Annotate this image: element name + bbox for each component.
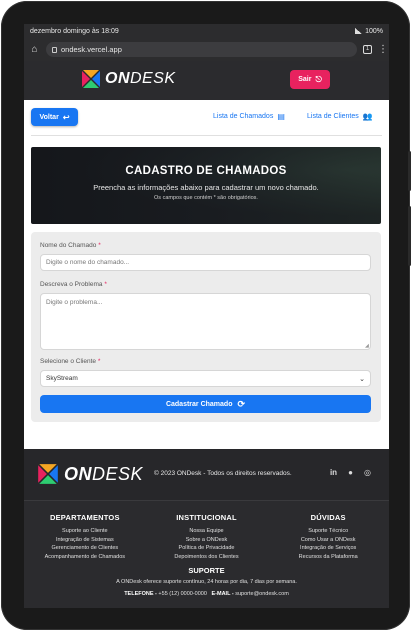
- return-arrow-icon: ↩: [62, 112, 70, 122]
- back-label: Voltar: [39, 113, 59, 121]
- required-note: Os campos que contém * são obrigatórios.: [154, 195, 258, 201]
- problem-textarea[interactable]: Digite o problema...: [40, 293, 371, 350]
- footer-link[interactable]: Recursos da Plataforma: [267, 553, 389, 562]
- client-select[interactable]: SkyStream ⌄: [40, 370, 371, 387]
- footer-link[interactable]: Como Usar a ONDesk: [267, 536, 389, 545]
- status-indicators: 100%: [355, 28, 383, 35]
- linkedin-icon[interactable]: in: [329, 468, 338, 477]
- clients-list-link[interactable]: Lista de Clientes 👥: [307, 112, 373, 121]
- resize-handle-icon[interactable]: ◢: [365, 343, 369, 349]
- support-title: SUPORTE: [188, 566, 225, 575]
- url-text: ondesk.vercel.app: [61, 45, 122, 54]
- phone-label: TELEFONE -: [124, 591, 157, 597]
- ticket-name-input[interactable]: Digite o nome do chamado...: [40, 254, 371, 271]
- brand-name: ONDESK: [105, 70, 176, 87]
- logout-icon: ⎋: [315, 74, 322, 84]
- app-header: ONDESK Sair ⎋: [24, 61, 389, 100]
- battery-level: 100%: [365, 27, 383, 35]
- submit-ticket-button[interactable]: Cadastrar Chamado ⟳: [40, 395, 371, 413]
- contact-info: TELEFONE - +55 (12) 0000-0000 E-MAIL - s…: [24, 591, 389, 597]
- divider: [31, 135, 382, 136]
- footer-link[interactable]: Sobre a ONDesk: [146, 536, 268, 545]
- back-button[interactable]: Voltar ↩: [31, 108, 78, 126]
- logo-mark-icon: [82, 70, 100, 88]
- footer-top: ONDESK © 2023 ONDesk - Todos os direitos…: [24, 449, 389, 501]
- footer: ONDESK © 2023 ONDesk - Todos os direitos…: [24, 449, 389, 608]
- footer-brand-name: ONDESK: [64, 463, 144, 484]
- logout-button[interactable]: Sair ⎋: [290, 70, 330, 89]
- footer-link[interactable]: Depoimentos dos Clientes: [146, 553, 268, 562]
- footer-link[interactable]: Gerenciamento de Clientes: [24, 544, 146, 553]
- name-label: Nome do Chamado *: [40, 242, 101, 249]
- tickets-list-link[interactable]: Lista de Chamados ▤: [213, 112, 285, 121]
- hero-banner: CADASTRO DE CHAMADOS Preencha as informa…: [31, 147, 381, 224]
- tabs-icon[interactable]: 1: [363, 45, 372, 54]
- footer-link[interactable]: Política de Privacidade: [146, 544, 268, 553]
- signal-icon: [355, 28, 363, 34]
- brand-logo[interactable]: ONDESK: [80, 68, 176, 90]
- ticket-form: Nome do Chamado * Digite o nome do chama…: [31, 232, 381, 422]
- footer-link[interactable]: Integração de Serviços: [267, 544, 389, 553]
- client-label: Selecione o Cliente *: [40, 358, 101, 365]
- footer-link[interactable]: Integração de Sistemas: [24, 536, 146, 545]
- more-menu-icon[interactable]: ⋮: [378, 44, 388, 55]
- footer-link[interactable]: Nossa Equipe: [146, 527, 268, 536]
- client-selected-value: SkyStream: [46, 375, 78, 382]
- footer-column-departments: DEPARTAMENTOS Suporte ao Cliente Integra…: [24, 513, 146, 561]
- chevron-down-icon: ⌄: [359, 375, 365, 383]
- users-icon: 👥: [362, 112, 373, 121]
- footer-column-title: INSTITUCIONAL: [176, 513, 237, 522]
- list-icon: ▤: [277, 112, 285, 121]
- footer-column-title: DÚVIDAS: [310, 513, 346, 522]
- footer-column-faq: DÚVIDAS Suporte Técnico Como Usar a ONDe…: [267, 513, 389, 561]
- footer-link[interactable]: Suporte Técnico: [267, 527, 389, 536]
- support-icon: ⟳: [237, 398, 246, 409]
- footer-column-institutional: INSTITUCIONAL Nossa Equipe Sobre a ONDes…: [146, 513, 268, 561]
- page-subtitle: Preencha as informações abaixo para cada…: [93, 183, 319, 192]
- page-title: CADASTRO DE CHAMADOS: [125, 165, 287, 177]
- email-label: E-MAIL -: [211, 591, 234, 597]
- logo-mark-icon: [38, 464, 58, 484]
- social-links: in ● ◎: [329, 468, 372, 477]
- email-value[interactable]: suporte@ondesk.com: [235, 591, 289, 597]
- problem-label: Descreva o Problema *: [40, 281, 107, 288]
- clients-list-label: Lista de Clientes: [307, 113, 359, 120]
- page-nav: Voltar ↩ Lista de Chamados ▤ Lista de Cl…: [24, 100, 389, 130]
- home-icon[interactable]: ⌂: [29, 44, 40, 55]
- github-icon[interactable]: ●: [346, 468, 355, 477]
- submit-label: Cadastrar Chamado: [165, 400, 233, 408]
- screen: dezembro domingo às 18:09 100% ⌂ ondesk.…: [24, 24, 389, 608]
- footer-link[interactable]: Acompanhamento de Chamados: [24, 553, 146, 562]
- footer-columns: DEPARTAMENTOS Suporte ao Cliente Integra…: [24, 513, 389, 561]
- browser-toolbar: ⌂ ondesk.vercel.app 1 ⋮: [24, 38, 389, 61]
- tablet-frame: dezembro domingo às 18:09 100% ⌂ ondesk.…: [1, 1, 411, 630]
- logout-label: Sair: [298, 76, 312, 83]
- copyright: © 2023 ONDesk - Todos os direitos reserv…: [154, 470, 292, 477]
- tickets-list-label: Lista de Chamados: [213, 113, 274, 120]
- status-datetime: dezembro domingo às 18:09: [30, 27, 119, 35]
- instagram-icon[interactable]: ◎: [363, 468, 372, 477]
- address-bar[interactable]: ondesk.vercel.app: [46, 42, 357, 57]
- status-bar: dezembro domingo às 18:09 100%: [24, 24, 389, 38]
- phone-value[interactable]: +55 (12) 0000-0000: [158, 591, 206, 597]
- footer-column-title: DEPARTAMENTOS: [49, 513, 120, 522]
- support-text: A ONDesk oferece suporte contínuo, 24 ho…: [116, 579, 297, 585]
- footer-logo[interactable]: ONDESK: [36, 462, 143, 486]
- lock-icon: [52, 46, 57, 53]
- footer-link[interactable]: Suporte ao Cliente: [24, 527, 146, 536]
